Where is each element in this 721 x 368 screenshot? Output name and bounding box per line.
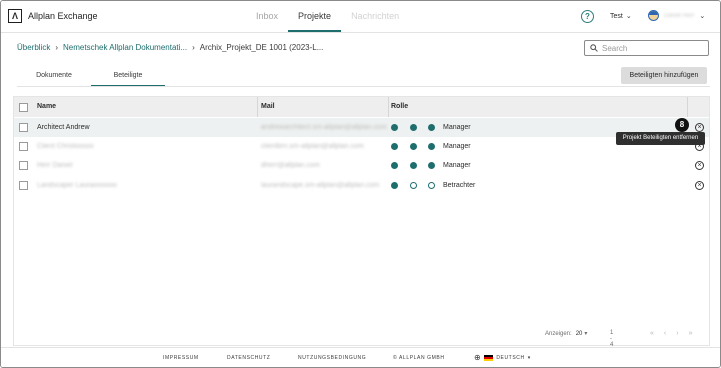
last-page-icon[interactable]: » bbox=[689, 330, 693, 337]
participant-mail: dherr@allplan.com bbox=[261, 162, 320, 169]
app-window: Λ Allplan Exchange Inbox Projekte Nachri… bbox=[0, 0, 721, 368]
column-header-name[interactable]: Name bbox=[37, 97, 56, 117]
tab-bar: Dokumente Beteiligte bbox=[17, 67, 165, 87]
nav-inbox[interactable]: Inbox bbox=[246, 1, 288, 32]
step-badge: 8 bbox=[675, 118, 689, 132]
participant-mail: laurandscape.sm-allplan@allplan.com bbox=[261, 182, 380, 189]
footer: IMPRESSUM DATENSCHUTZ NUTZUNGSBEDINGUNG … bbox=[1, 347, 720, 367]
context-dropdown[interactable]: Test ⌄ bbox=[610, 12, 632, 21]
table-row[interactable]: Herr Daniel dherr@allplan.com Manager × bbox=[14, 156, 709, 175]
remove-participant-icon[interactable]: × bbox=[695, 161, 704, 170]
row-checkbox[interactable] bbox=[19, 142, 28, 151]
top-bar: Λ Allplan Exchange Inbox Projekte Nachri… bbox=[1, 1, 720, 33]
user-name: Daniel Herr bbox=[664, 12, 695, 19]
context-label: Test bbox=[610, 12, 623, 20]
search-input[interactable] bbox=[602, 43, 702, 53]
participants-table: Name Mail Rolle Architect Andrew andrewa… bbox=[13, 96, 710, 346]
permission-read-indicator bbox=[391, 143, 398, 150]
row-checkbox[interactable] bbox=[19, 123, 28, 132]
breadcrumb-item[interactable]: Überblick bbox=[17, 43, 50, 52]
remove-participant-icon[interactable]: × bbox=[695, 181, 704, 190]
app-logo[interactable]: Λ Allplan Exchange bbox=[8, 9, 98, 23]
pagination-nav: « ‹ › » bbox=[650, 330, 693, 337]
tabs-divider bbox=[17, 86, 710, 87]
column-divider bbox=[687, 97, 688, 117]
pagination: Anzeigen: 20 ▾ 1 - 4 / 4 bbox=[545, 330, 613, 360]
row-checkbox[interactable] bbox=[19, 161, 28, 170]
participant-role: Manager bbox=[443, 124, 471, 131]
chevron-down-icon: ⌄ bbox=[699, 12, 706, 20]
german-flag-icon bbox=[484, 354, 494, 361]
avatar bbox=[648, 10, 659, 21]
chevron-right-icon: › bbox=[192, 43, 195, 52]
breadcrumb: Überblick › Nemetschek Allplan Dokumenta… bbox=[17, 43, 323, 52]
globe-icon: ⊕ bbox=[474, 353, 482, 362]
permission-manage-indicator bbox=[428, 182, 435, 189]
chevron-down-icon: ▾ bbox=[527, 354, 531, 361]
chevron-down-icon: ⌄ bbox=[625, 13, 632, 20]
next-page-icon[interactable]: › bbox=[676, 330, 678, 337]
search-icon bbox=[590, 44, 598, 52]
footer-copyright: © ALLPLAN GMBH bbox=[393, 355, 445, 361]
remove-participant-icon[interactable]: × bbox=[695, 123, 704, 132]
table-row[interactable]: Landscaper Lauraoooooo laurandscape.sm-a… bbox=[14, 176, 709, 195]
tab-dokumente[interactable]: Dokumente bbox=[17, 67, 91, 86]
language-label: DEUTSCH bbox=[496, 354, 525, 361]
permission-manage-indicator bbox=[428, 143, 435, 150]
permission-write-indicator bbox=[410, 162, 417, 169]
participant-name: Client Christoosos bbox=[37, 143, 94, 150]
page-size-select[interactable]: 20 bbox=[576, 331, 583, 337]
user-menu[interactable]: Daniel Herr ⌄ bbox=[648, 10, 705, 21]
main-nav: Inbox Projekte Nachrichten bbox=[246, 1, 409, 32]
footer-link-datenschutz[interactable]: DATENSCHUTZ bbox=[227, 355, 270, 361]
help-icon[interactable]: ? bbox=[581, 10, 594, 23]
participant-name: Architect Andrew bbox=[37, 124, 90, 131]
footer-link-nutzungsbedingung[interactable]: NUTZUNGSBEDINGUNG bbox=[298, 355, 366, 361]
breadcrumb-item[interactable]: Nemetschek Allplan Dokumentati... bbox=[63, 43, 187, 52]
app-name: Allplan Exchange bbox=[28, 11, 98, 21]
participant-name: Landscaper Lauraoooooo bbox=[37, 182, 117, 189]
nav-nachrichten: Nachrichten bbox=[351, 11, 400, 21]
language-selector[interactable]: ⊕ DEUTSCH ▾ bbox=[474, 353, 531, 362]
permission-write-indicator bbox=[410, 182, 417, 189]
tab-beteiligte[interactable]: Beteiligte bbox=[91, 67, 165, 87]
permission-write-indicator bbox=[410, 124, 417, 131]
participant-mail: clientbrn.sm-allplan@allplan.com bbox=[261, 143, 364, 150]
nav-projekte[interactable]: Projekte bbox=[288, 1, 342, 32]
column-divider bbox=[257, 97, 258, 117]
previous-page-icon[interactable]: ‹ bbox=[664, 330, 666, 337]
chevron-down-icon[interactable]: ▾ bbox=[584, 330, 587, 337]
logo-icon: Λ bbox=[8, 9, 22, 23]
permission-write-indicator bbox=[410, 143, 417, 150]
chevron-right-icon: › bbox=[55, 43, 59, 52]
table-row[interactable]: Client Christoosos clientbrn.sm-allplan@… bbox=[14, 137, 709, 156]
permission-manage-indicator bbox=[428, 162, 435, 169]
permission-read-indicator bbox=[391, 124, 398, 131]
add-participant-button[interactable]: Beteiligten hinzufügen bbox=[621, 67, 707, 84]
table-header: Name Mail Rolle bbox=[14, 97, 709, 117]
table-row[interactable]: Architect Andrew andrewarchitect.sm-allp… bbox=[14, 118, 709, 137]
participant-name: Herr Daniel bbox=[37, 162, 73, 169]
column-divider bbox=[388, 97, 389, 117]
column-header-role[interactable]: Rolle bbox=[391, 97, 408, 117]
participant-role: Manager bbox=[443, 143, 471, 150]
select-all-checkbox[interactable] bbox=[19, 103, 28, 112]
column-header-mail[interactable]: Mail bbox=[261, 97, 275, 117]
first-page-icon[interactable]: « bbox=[650, 330, 654, 337]
permission-read-indicator bbox=[391, 162, 398, 169]
page-size-label: Anzeigen: bbox=[545, 330, 572, 337]
participant-mail: andrewarchitect.sm-allplan@allplan.com bbox=[261, 124, 387, 131]
remove-tooltip: Projekt Beteiligten entfernen bbox=[616, 132, 705, 145]
participant-role: Manager bbox=[443, 162, 471, 169]
breadcrumb-current: Archix_Projekt_DE 1001 (2023-L... bbox=[199, 43, 324, 52]
permission-read-indicator bbox=[391, 182, 398, 189]
search-box[interactable] bbox=[584, 40, 709, 56]
row-checkbox[interactable] bbox=[19, 181, 28, 190]
permission-manage-indicator bbox=[428, 124, 435, 131]
participant-role: Betrachter bbox=[443, 182, 476, 189]
footer-link-impressum[interactable]: IMPRESSUM bbox=[163, 355, 199, 361]
